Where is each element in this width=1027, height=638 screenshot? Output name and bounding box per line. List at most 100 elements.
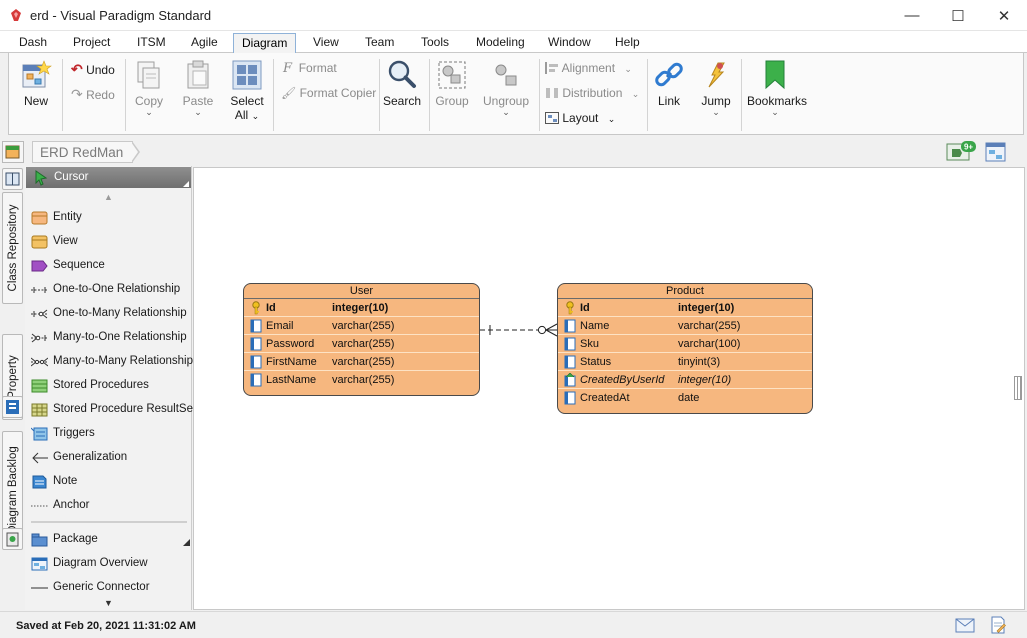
column-icon	[250, 337, 262, 351]
format-button[interactable]: F Format	[283, 61, 337, 76]
one-to-many-relationship-connector[interactable]	[480, 320, 558, 340]
model-explorer-icon	[5, 145, 20, 159]
diagram-canvas[interactable]: User Id integer(10) Email varchar(255) P…	[193, 167, 1025, 610]
maximize-button[interactable]: ☐	[935, 0, 981, 31]
entity-row[interactable]: LastName varchar(255)	[244, 371, 479, 389]
resultset-icon	[31, 403, 48, 417]
scroll-down-icon[interactable]: ▼	[104, 598, 113, 608]
palette-item-one-to-one[interactable]: One-to-One Relationship	[25, 279, 192, 301]
anchor-icon	[31, 505, 48, 507]
palette-item-note[interactable]: Note	[25, 471, 192, 493]
book-icon	[5, 172, 20, 186]
chevron-down-icon: ⌄	[631, 89, 640, 99]
entity-row[interactable]: Sku varchar(100)	[558, 335, 812, 353]
status-message: Saved at Feb 20, 2021 11:31:02 AM	[16, 620, 196, 632]
distribution-icon	[545, 87, 559, 99]
document-edit-icon[interactable]	[989, 616, 1007, 634]
entity-row[interactable]: Name varchar(255)	[558, 317, 812, 335]
undo-button[interactable]: ↶ Undo	[71, 61, 115, 78]
tab-project[interactable]: Project	[65, 33, 118, 53]
alignment-button[interactable]: Alignment ⌄	[545, 61, 632, 75]
close-button[interactable]: ✕	[981, 0, 1027, 31]
palette-item-stored-procedures[interactable]: Stored Procedures	[25, 375, 192, 397]
tab-view[interactable]: View	[305, 33, 347, 53]
one-to-many-icon	[31, 309, 48, 319]
backlog-tab-icon[interactable]	[2, 528, 23, 550]
select-all-button[interactable]: Select All ⌄	[225, 59, 269, 122]
mail-icon[interactable]	[955, 618, 975, 633]
notification-badge: 9+	[964, 143, 973, 152]
new-diagram-icon	[22, 60, 52, 88]
chevron-down-icon: ⌄	[502, 107, 510, 117]
entity-row[interactable]: CreatedAt date	[558, 389, 812, 407]
palette-item-entity[interactable]: Entity	[25, 207, 192, 229]
ungroup-icon	[495, 64, 517, 86]
primary-key-icon	[566, 301, 574, 315]
new-button[interactable]: New	[17, 59, 55, 108]
tab-itsm[interactable]: ITSM	[129, 33, 174, 53]
entity-product[interactable]: Product Id integer(10) Name varchar(255)…	[557, 283, 813, 414]
link-button[interactable]: Link	[650, 59, 688, 108]
tab-diagram[interactable]: Diagram	[233, 33, 297, 53]
ungroup-button[interactable]: Ungroup ⌄	[479, 59, 533, 117]
palette-item-cursor[interactable]: Cursor	[26, 167, 191, 188]
entity-row[interactable]: Email varchar(255)	[244, 317, 479, 335]
breadcrumb-bar: ERD RedMan 9+	[0, 138, 1027, 166]
entity-row[interactable]: FirstName varchar(255)	[244, 353, 479, 371]
entity-row[interactable]: CreatedByUserId integer(10)	[558, 371, 812, 389]
tab-agile[interactable]: Agile	[183, 33, 226, 53]
entity-user[interactable]: User Id integer(10) Email varchar(255) P…	[243, 283, 480, 396]
tab-modeling[interactable]: Modeling	[468, 33, 533, 53]
palette-item-generalization[interactable]: Generalization	[25, 447, 192, 469]
copy-button[interactable]: Copy ⌄	[131, 59, 167, 117]
palette-item-view[interactable]: View	[25, 231, 192, 253]
tab-class-repository[interactable]: Class Repository	[2, 192, 23, 304]
redo-button[interactable]: ↷ Redo	[71, 86, 115, 103]
palette-item-many-to-many[interactable]: Many-to-Many Relationship	[25, 351, 193, 373]
palette-item-diagram-overview[interactable]: Diagram Overview	[25, 553, 192, 575]
triggers-icon	[31, 427, 48, 441]
tab-help[interactable]: Help	[607, 33, 648, 53]
title-bar: erd - Visual Paradigm Standard — ☐ ✕	[0, 0, 1027, 31]
palette-item-sequence[interactable]: Sequence	[25, 255, 192, 277]
format-copier-button[interactable]: 🖌 Format Copier	[281, 86, 376, 100]
layout-button[interactable]: Layout ⌄	[545, 111, 615, 125]
tab-tools[interactable]: Tools	[413, 33, 457, 53]
search-icon	[388, 60, 416, 88]
minimize-button[interactable]: —	[889, 0, 935, 31]
search-button[interactable]: Search	[383, 59, 421, 108]
palette-item-many-to-one[interactable]: Many-to-One Relationship	[25, 327, 192, 349]
model-explorer-tab[interactable]	[2, 141, 24, 163]
scroll-up-icon[interactable]: ▲	[104, 192, 113, 202]
diagram-palette: Cursor ▲ Entity View Sequence One-to-One…	[25, 166, 196, 610]
breadcrumb[interactable]: ERD RedMan	[32, 141, 134, 163]
palette-item-generic-connector[interactable]: Generic Connector	[25, 577, 192, 599]
entity-row[interactable]: Id integer(10)	[244, 299, 479, 317]
column-icon	[564, 319, 576, 333]
entity-row[interactable]: Status tinyint(3)	[558, 353, 812, 371]
entity-row[interactable]: Password varchar(255)	[244, 335, 479, 353]
bookmarks-button[interactable]: Bookmarks ⌄	[747, 59, 807, 117]
palette-item-one-to-many[interactable]: One-to-Many Relationship	[25, 303, 192, 325]
palette-item-package[interactable]: Package	[25, 529, 192, 551]
group-button[interactable]: Group	[433, 59, 471, 108]
column-icon	[250, 319, 262, 333]
jump-button[interactable]: Jump ⌄	[696, 59, 736, 117]
tab-window[interactable]: Window	[540, 33, 599, 53]
palette-item-triggers[interactable]: Triggers	[25, 423, 192, 445]
property-tab-icon[interactable]	[2, 396, 23, 418]
diagram-navigator-icon[interactable]	[984, 141, 1008, 163]
package-icon	[31, 533, 48, 547]
tab-team[interactable]: Team	[357, 33, 402, 53]
palette-item-stored-procedure-resultset[interactable]: Stored Procedure ResultSet	[25, 399, 196, 421]
column-icon	[250, 373, 262, 387]
tab-dash[interactable]: Dash	[11, 33, 55, 53]
diagram-navigator-tab[interactable]	[2, 168, 23, 190]
entity-row[interactable]: Id integer(10)	[558, 299, 812, 317]
notification-icon[interactable]: 9+	[946, 141, 976, 163]
paste-button[interactable]: Paste ⌄	[179, 59, 217, 117]
view-icon	[31, 235, 48, 249]
distribution-button[interactable]: Distribution ⌄	[545, 86, 639, 100]
palette-item-anchor[interactable]: Anchor	[25, 495, 192, 517]
panel-resize-handle[interactable]	[1014, 376, 1022, 400]
